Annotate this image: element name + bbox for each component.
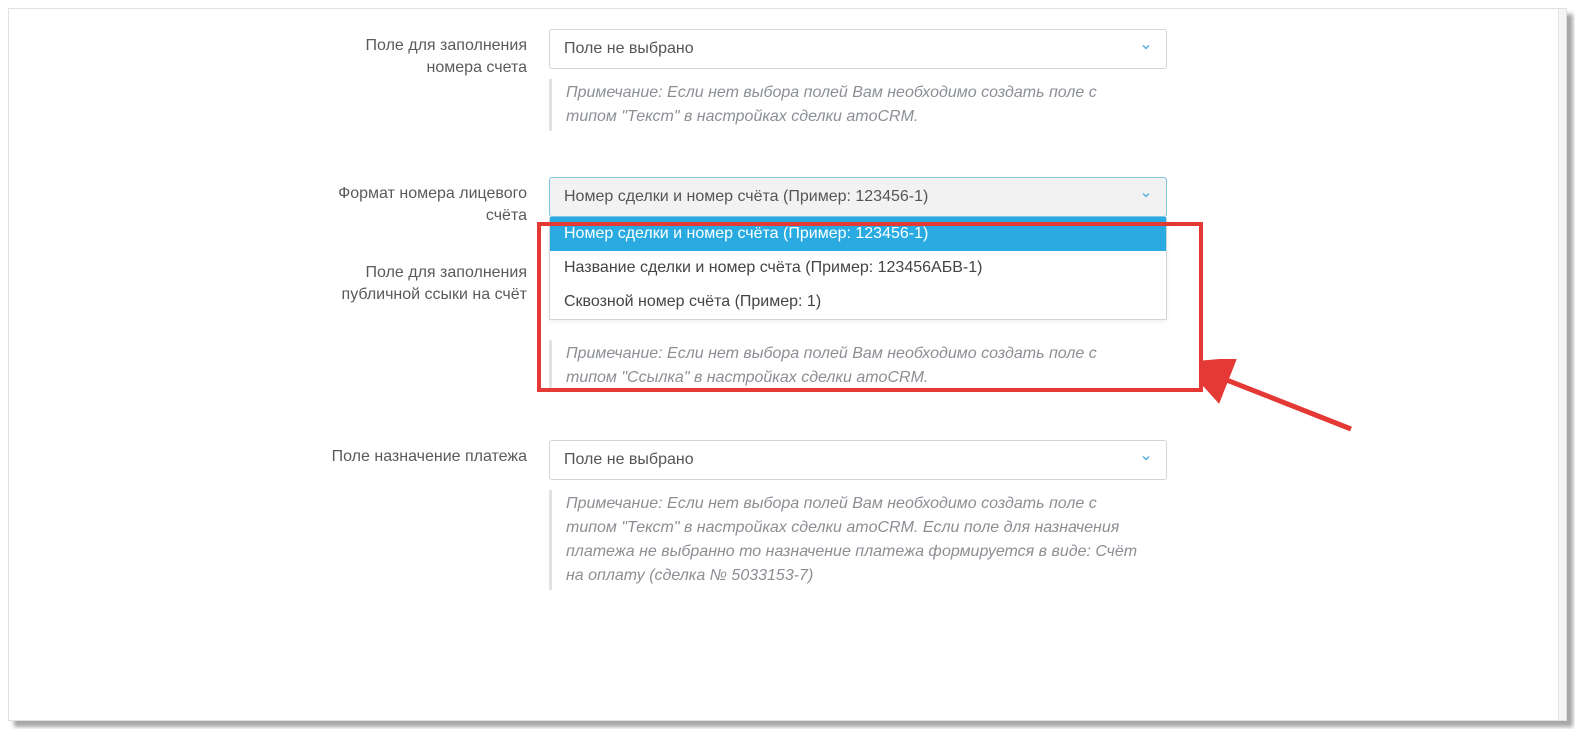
note-account-number: Примечание: Если нет выбора полей Вам не… <box>549 79 1159 131</box>
row-account-format: Формат номера лицевого счёта Номер сделк… <box>309 177 1209 226</box>
label-public-link-field: Поле для заполнения публичной ссыки на с… <box>309 256 549 305</box>
scrollbar-track[interactable] <box>1558 9 1566 720</box>
chevron-down-icon <box>1140 188 1152 206</box>
label-account-number-field: Поле для заполнения номера счета <box>309 29 549 78</box>
dropdown-account-format: Номер сделки и номер счёта (Пример: 1234… <box>549 217 1167 320</box>
select-value: Поле не выбрано <box>564 451 694 469</box>
chevron-down-icon <box>1140 451 1152 469</box>
dropdown-option-deal-and-account[interactable]: Номер сделки и номер счёта (Пример: 1234… <box>550 217 1166 251</box>
note-payment-purpose: Примечание: Если нет выбора полей Вам не… <box>549 490 1159 590</box>
label-payment-purpose-field: Поле назначение платежа <box>309 440 549 468</box>
form-region: Поле для заполнения номера счета Поле не… <box>309 29 1209 616</box>
select-value: Поле не выбрано <box>564 40 694 58</box>
annotation-arrow-icon <box>1201 359 1361 439</box>
select-account-number-field[interactable]: Поле не выбрано <box>549 29 1167 69</box>
select-account-format[interactable]: Номер сделки и номер счёта (Пример: 1234… <box>549 177 1167 217</box>
row-account-number-field: Поле для заполнения номера счета Поле не… <box>309 29 1209 157</box>
select-value: Номер сделки и номер счёта (Пример: 1234… <box>564 188 928 206</box>
settings-form-frame: Поле для заполнения номера счета Поле не… <box>8 8 1567 721</box>
label-account-format: Формат номера лицевого счёта <box>309 177 549 226</box>
row-payment-purpose-field: Поле назначение платежа Поле не выбрано … <box>309 440 1209 616</box>
dropdown-option-dealname-and-account[interactable]: Название сделки и номер счёта (Пример: 1… <box>550 251 1166 285</box>
dropdown-option-through-number[interactable]: Сквозной номер счёта (Пример: 1) <box>550 285 1166 319</box>
note-public-link: Примечание: Если нет выбора полей Вам не… <box>549 340 1159 392</box>
chevron-down-icon <box>1140 40 1152 58</box>
select-payment-purpose-field[interactable]: Поле не выбрано <box>549 440 1167 480</box>
